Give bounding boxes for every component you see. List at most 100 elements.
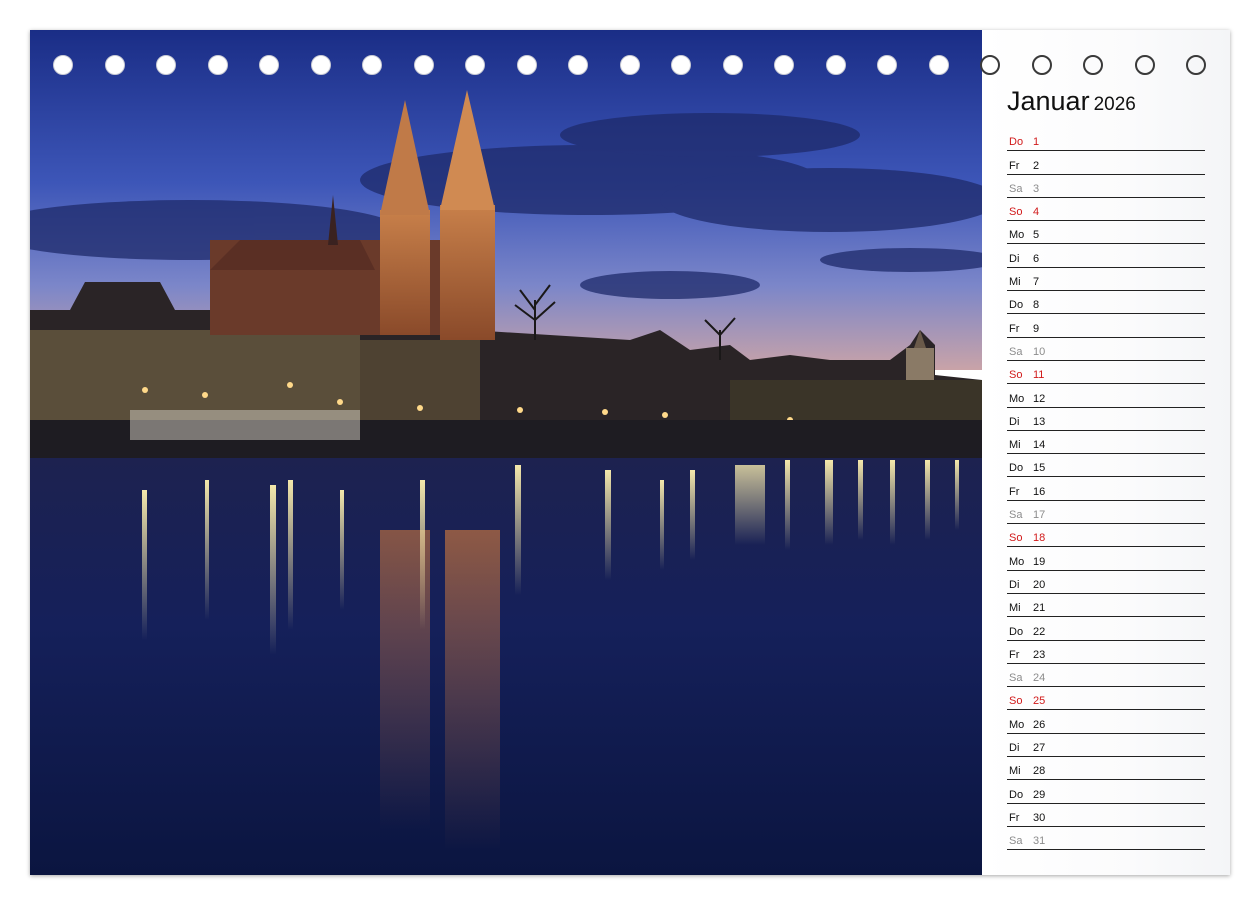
weekday-label: Fr (1009, 648, 1020, 661)
day-row: Sa 17 (1007, 501, 1205, 525)
day-number: 24 (1033, 672, 1046, 685)
day-row: Do 15 (1007, 454, 1205, 478)
cathedral-night-photo (30, 30, 982, 875)
weekday-label: Sa (1009, 345, 1023, 358)
weekday-label: So (1009, 206, 1023, 219)
weekday-label: Di (1009, 252, 1020, 265)
month-name: Januar (1007, 86, 1090, 116)
weekday-label: Fr (1009, 322, 1020, 335)
day-number: 1 (1033, 136, 1040, 149)
day-row: Sa 10 (1007, 338, 1205, 361)
day-number: 20 (1033, 578, 1046, 591)
day-row: Sa 3 (1007, 175, 1205, 198)
day-number: 21 (1033, 602, 1046, 615)
day-number: 22 (1033, 625, 1046, 638)
weekday-label: Sa (1009, 182, 1023, 195)
day-row: Do 22 (1007, 617, 1205, 641)
weekday-label: Mi (1009, 439, 1021, 452)
calendar-page: Januar 2026 Do 1 Fr 2 Sa 3 So 4 Mo 5 Di 6 Mi 7 Do 8 Fr 9 Sa… (30, 30, 1230, 875)
weekday-label: Do (1009, 136, 1024, 149)
weekday-label: Do (1009, 462, 1024, 475)
day-number: 5 (1033, 229, 1040, 242)
day-number: 4 (1033, 206, 1040, 219)
day-row: Mi 7 (1007, 268, 1205, 292)
day-row: Mi 28 (1007, 757, 1205, 781)
day-number: 26 (1033, 718, 1046, 731)
day-row: So 25 (1007, 687, 1205, 711)
day-number: 8 (1033, 299, 1040, 312)
day-row: So 11 (1007, 361, 1205, 385)
weekday-label: Mi (1009, 276, 1021, 289)
day-number: 3 (1033, 182, 1040, 195)
day-number: 15 (1033, 462, 1046, 475)
weekday-label: So (1009, 369, 1023, 382)
weekday-label: Do (1009, 299, 1024, 312)
day-row: Do 8 (1007, 291, 1205, 315)
weekday-label: So (1009, 695, 1023, 708)
weekday-label: Di (1009, 415, 1020, 428)
weekday-label: Fr (1009, 485, 1020, 498)
day-number: 6 (1033, 252, 1040, 265)
day-row: Di 13 (1007, 408, 1205, 431)
day-row: Fr 23 (1007, 641, 1205, 664)
weekday-label: Mo (1009, 229, 1025, 242)
day-number: 13 (1033, 415, 1046, 428)
day-row: Fr 30 (1007, 804, 1205, 827)
day-number: 11 (1033, 369, 1045, 382)
weekday-label: Di (1009, 742, 1020, 755)
weekday-label: Mi (1009, 602, 1021, 615)
day-number: 23 (1033, 648, 1046, 661)
day-row: Mo 5 (1007, 221, 1205, 245)
day-number: 28 (1033, 765, 1046, 778)
weekday-label: Do (1009, 625, 1024, 638)
weekday-label: Fr (1009, 811, 1020, 824)
day-number: 10 (1033, 345, 1046, 358)
day-row: Fr 9 (1007, 314, 1205, 338)
weekday-label: Do (1009, 788, 1024, 801)
weekday-label: Fr (1009, 159, 1020, 172)
weekday-label: Di (1009, 578, 1020, 591)
weekday-label: Mo (1009, 555, 1025, 568)
day-row: Mi 14 (1007, 431, 1205, 455)
day-number: 16 (1033, 485, 1046, 498)
month-title: Januar 2026 (1007, 86, 1136, 117)
day-list: Do 1 Fr 2 Sa 3 So 4 Mo 5 Di 6 Mi 7 Do 8 Fr 9 Sa 10 So 11 Mo 12 D… (1007, 128, 1205, 851)
day-number: 30 (1033, 811, 1046, 824)
day-row: Do 29 (1007, 780, 1205, 804)
weekday-label: So (1009, 532, 1023, 545)
day-row: Mi 21 (1007, 594, 1205, 618)
weekday-label: Mo (1009, 718, 1025, 731)
day-row: Mo 19 (1007, 547, 1205, 571)
year-label: 2026 (1093, 94, 1136, 115)
day-number: 31 (1033, 835, 1046, 848)
weekday-label: Sa (1009, 672, 1023, 685)
day-row: Di 20 (1007, 571, 1205, 594)
day-row: Fr 2 (1007, 151, 1205, 175)
day-row: So 18 (1007, 524, 1205, 548)
day-number: 17 (1033, 509, 1046, 522)
day-row: Sa 31 (1007, 827, 1205, 851)
day-row: Sa 24 (1007, 664, 1205, 688)
day-row: Di 27 (1007, 734, 1205, 758)
day-number: 2 (1033, 159, 1040, 172)
day-number: 9 (1033, 322, 1040, 335)
calendar-sidebar: Januar 2026 Do 1 Fr 2 Sa 3 So 4 Mo 5 Di 6 Mi 7 Do 8 Fr 9 Sa… (982, 30, 1230, 875)
day-number: 12 (1033, 392, 1046, 405)
day-number: 14 (1033, 439, 1046, 452)
day-number: 18 (1033, 532, 1046, 545)
day-row: So 4 (1007, 198, 1205, 222)
day-number: 29 (1033, 788, 1046, 801)
day-row: Mo 26 (1007, 710, 1205, 734)
day-row: Do 1 (1007, 128, 1205, 152)
day-row: Di 6 (1007, 244, 1205, 268)
weekday-label: Mi (1009, 765, 1021, 778)
day-number: 19 (1033, 555, 1046, 568)
weekday-label: Sa (1009, 509, 1023, 522)
day-row: Fr 16 (1007, 477, 1205, 501)
day-number: 7 (1033, 276, 1040, 289)
weekday-label: Sa (1009, 835, 1023, 848)
day-number: 25 (1033, 695, 1046, 708)
weekday-label: Mo (1009, 392, 1025, 405)
photo-illustration (30, 30, 982, 875)
day-row: Mo 12 (1007, 384, 1205, 408)
